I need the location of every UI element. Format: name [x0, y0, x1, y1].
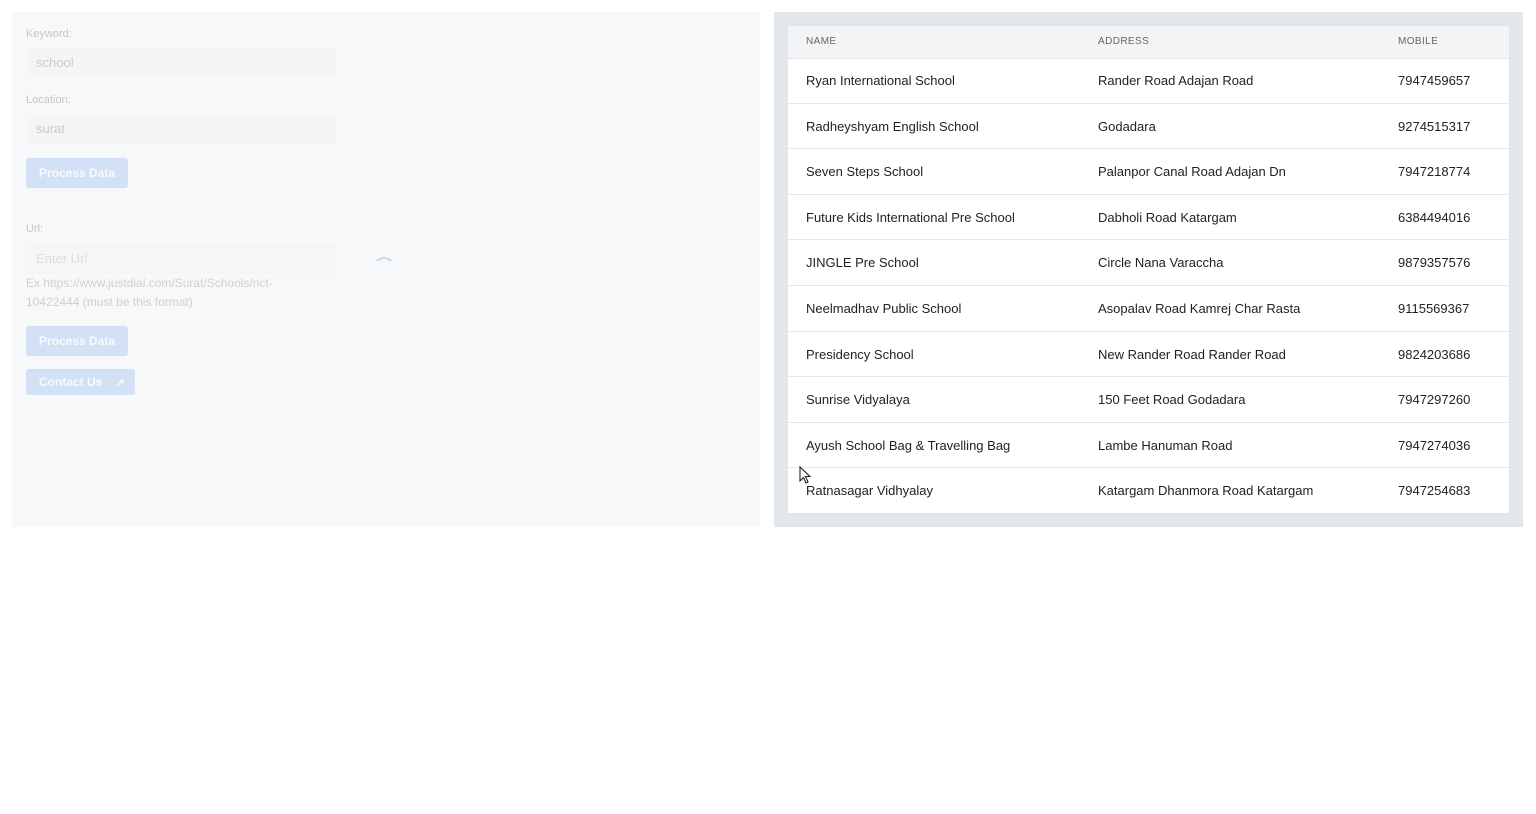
- cell-name: Ratnasagar Vidhyalay: [806, 483, 933, 499]
- spinner-icon: [373, 257, 395, 279]
- cell-mobile: 7947218774: [1398, 164, 1471, 180]
- location-input[interactable]: surat: [26, 114, 336, 144]
- cell-name: Ryan International School: [806, 73, 955, 88]
- url-input[interactable]: Enter Url: [26, 244, 336, 274]
- cell-address: Dabholi Road Katargam: [1098, 209, 1237, 225]
- cell-address: Rander Road Adajan Road: [1098, 73, 1254, 88]
- cell-name: Presidency School: [806, 346, 914, 362]
- external-link-icon: ↗: [115, 377, 125, 389]
- cell-address: Circle Nana Varaccha: [1098, 255, 1224, 271]
- cell-name: Sunrise Vidyalaya: [806, 392, 910, 408]
- cell-address: Asopalav Road Kamrej Char Rasta: [1098, 301, 1301, 316]
- cell-name: Seven Steps School: [806, 164, 924, 180]
- table-row[interactable]: Seven Steps School Palanpor Canal Road A…: [788, 149, 1509, 195]
- cell-address: Lambe Hanuman Road: [1098, 437, 1233, 453]
- cell-address: Palanpor Canal Road Adajan Dn: [1098, 164, 1286, 180]
- cell-mobile: 9824203686: [1398, 346, 1471, 362]
- location-label: Location:: [26, 94, 71, 106]
- table-header: NAME ADDRESS MOBILE: [788, 26, 1509, 59]
- cell-name: Radheyshyam English School: [806, 118, 979, 134]
- header-mobile[interactable]: MOBILE: [1398, 36, 1438, 47]
- contact-us-button[interactable]: Contact Us ↗: [26, 369, 135, 395]
- cell-name: Ayush School Bag & Travelling Bag: [806, 437, 1011, 453]
- mouse-pointer-icon: [799, 465, 813, 491]
- header-name[interactable]: NAME: [806, 36, 837, 47]
- process-data-url-button[interactable]: Process Data: [26, 326, 129, 356]
- cell-name: Future Kids International Pre School: [806, 209, 1015, 225]
- table-row[interactable]: Radheyshyam English School Godadara 9274…: [788, 104, 1509, 150]
- table-row[interactable]: Ratnasagar Vidhyalay Katargam Dhanmora R…: [788, 468, 1509, 514]
- url-help-text: Ex https://www.justdial.com/Surat/School…: [26, 276, 273, 309]
- cell-address: Godadara: [1098, 118, 1156, 134]
- table-row[interactable]: Ryan International School Rander Road Ad…: [788, 58, 1509, 104]
- cell-address: 150 Feet Road Godadara: [1098, 392, 1246, 408]
- cell-name: Neelmadhav Public School: [806, 301, 962, 316]
- cell-name: JINGLE Pre School: [806, 255, 919, 271]
- cell-mobile: 7947274036: [1398, 437, 1471, 453]
- search-form-panel: Keyword: school Location: surat Process …: [12, 12, 760, 527]
- cell-mobile: 9274515317: [1398, 118, 1471, 134]
- keyword-input[interactable]: school: [26, 48, 336, 78]
- cell-mobile: 9879357576: [1398, 255, 1471, 271]
- cell-address: Katargam Dhanmora Road Katargam: [1098, 483, 1314, 499]
- results-table: NAME ADDRESS MOBILE Ryan International S…: [787, 25, 1510, 514]
- table-row[interactable]: Neelmadhav Public School Asopalav Road K…: [788, 286, 1509, 332]
- cell-mobile: 9115569367: [1398, 301, 1470, 316]
- cell-mobile: 7947459657: [1398, 73, 1471, 88]
- cell-mobile: 7947254683: [1398, 483, 1471, 499]
- table-row[interactable]: Ayush School Bag & Travelling Bag Lambe …: [788, 423, 1509, 469]
- table-row[interactable]: Presidency School New Rander Road Rander…: [788, 332, 1509, 378]
- url-label: Url:: [26, 223, 44, 235]
- keyword-label: Keyword:: [26, 28, 72, 40]
- contact-us-label: Contact Us: [39, 375, 103, 389]
- cell-mobile: 7947297260: [1398, 392, 1471, 408]
- table-row[interactable]: JINGLE Pre School Circle Nana Varaccha 9…: [788, 240, 1509, 286]
- cell-address: New Rander Road Rander Road: [1098, 346, 1286, 362]
- results-panel: NAME ADDRESS MOBILE Ryan International S…: [774, 12, 1523, 527]
- process-data-button[interactable]: Process Data: [26, 158, 129, 188]
- header-address[interactable]: ADDRESS: [1098, 36, 1149, 47]
- cell-mobile: 6384494016: [1398, 209, 1471, 225]
- table-row[interactable]: Sunrise Vidyalaya 150 Feet Road Godadara…: [788, 377, 1509, 423]
- table-row[interactable]: Future Kids International Pre School Dab…: [788, 195, 1509, 241]
